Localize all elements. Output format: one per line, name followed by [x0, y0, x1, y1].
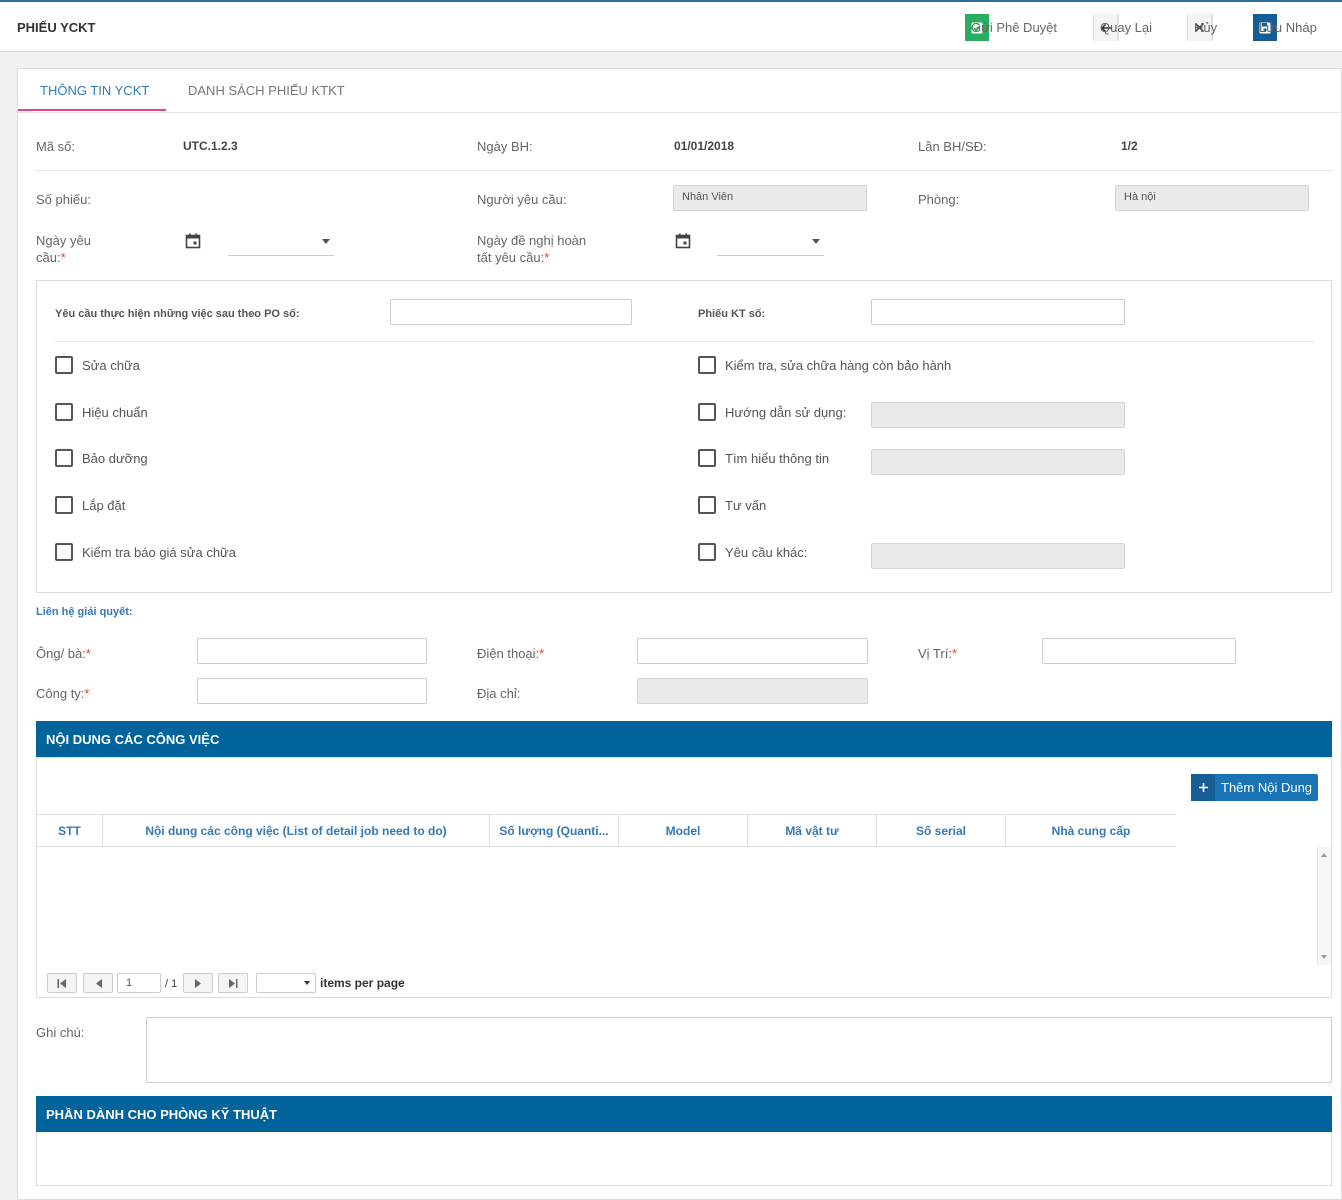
checkbox-tu-van[interactable]: Tư vấn: [698, 496, 766, 514]
back-label: Quay Lại: [1100, 20, 1153, 35]
vertical-scrollbar[interactable]: [1317, 847, 1331, 965]
column-header-stt[interactable]: STT: [37, 815, 103, 846]
dien-thoai-label: Điện thoại:*: [477, 646, 545, 661]
ngay-hoan-tat-input[interactable]: [717, 255, 824, 256]
plus-icon: [1191, 774, 1215, 801]
column-header-model[interactable]: Model: [619, 815, 748, 846]
tech-section-body: [36, 1132, 1332, 1186]
po-label: Yêu cầu thực hiện những việc sau theo PO…: [55, 308, 300, 320]
ghi-chu-textarea[interactable]: [146, 1017, 1332, 1083]
chevron-down-icon[interactable]: [322, 239, 330, 244]
add-content-button[interactable]: Thêm Nội Dung: [1191, 774, 1319, 801]
send-approval-label: Gửi Phê Duyệt: [971, 20, 1058, 35]
checkbox-yeu-cau-khac[interactable]: Yêu cầu khác:: [698, 543, 807, 561]
ngay-yeu-cau-label: Ngày yêu cầu:*: [36, 233, 91, 265]
ngay-hoan-tat-label: Ngày đề nghị hoàn tất yêu cầu:*: [477, 233, 587, 265]
first-page-button[interactable]: [47, 973, 77, 993]
checkbox-lap-dat[interactable]: Lắp đặt: [55, 496, 125, 514]
phong-label: Phòng:: [918, 192, 960, 207]
checkbox-hieu-chuan[interactable]: Hiệu chuẩn: [55, 403, 148, 421]
last-page-button[interactable]: [218, 973, 248, 993]
lan-bh-label: Lần BH/SĐ:: [918, 139, 987, 154]
dien-thoai-input[interactable]: [637, 638, 868, 664]
chevron-down-icon: [304, 981, 310, 985]
add-content-label: Thêm Nội Dung: [1221, 780, 1313, 795]
ong-ba-label: Ông/ bà:*: [36, 646, 91, 661]
active-tab-indicator: [18, 109, 166, 111]
jobs-grid: Thêm Nội Dung STT Nội dung các công việc…: [36, 757, 1332, 998]
checkbox-tim-hieu[interactable]: Tìm hiểu thông tin: [698, 449, 829, 467]
ngay-yeu-cau-input[interactable]: [228, 255, 334, 256]
jobs-section-header: NỘI DUNG CÁC CÔNG VIỆC: [36, 721, 1332, 757]
top-bar: PHIẾU YCKT Gửi Phê Duyệt Quay Lại Hủy Lư…: [0, 0, 1342, 52]
so-phieu-label: Số phiếu:: [36, 192, 91, 207]
chevron-down-icon[interactable]: [812, 239, 820, 244]
next-page-button[interactable]: [183, 973, 213, 993]
checkbox-bao-hanh[interactable]: Kiểm tra, sửa chữa hàng còn bảo hành: [698, 356, 951, 374]
checkbox-kiem-tra-bao-gia[interactable]: Kiểm tra báo giá sửa chữa: [55, 543, 236, 561]
send-approval-button[interactable]: Gửi Phê Duyệt: [965, 14, 1057, 41]
save-draft-button[interactable]: Lưu Nháp: [1253, 14, 1317, 41]
cancel-button[interactable]: Hủy: [1187, 14, 1217, 41]
phieu-kt-input[interactable]: [871, 299, 1125, 325]
pager: 1 / 1 items per page: [37, 965, 1331, 998]
huong-dan-input: [871, 402, 1125, 428]
checkbox-bao-duong[interactable]: Bảo dưỡng: [55, 449, 148, 467]
tech-section-header: PHẦN DÀNH CHO PHÒNG KỸ THUẬT: [36, 1096, 1332, 1132]
ngay-bh-value: 01/01/2018: [674, 139, 735, 153]
tim-hieu-input: [871, 449, 1125, 475]
contact-section-title: Liên hệ giải quyết:: [36, 606, 133, 618]
ngay-bh-label: Ngày BH:: [477, 139, 533, 154]
page-number-input[interactable]: 1: [117, 973, 161, 993]
column-header-nha-cung-cap[interactable]: Nhà cung cấp: [1006, 815, 1176, 846]
items-per-page-select[interactable]: [256, 973, 316, 993]
ong-ba-input[interactable]: [197, 638, 427, 664]
column-header-so-luong[interactable]: Số lượng (Quanti...: [490, 815, 619, 846]
scroll-down-icon[interactable]: [1321, 955, 1327, 959]
save-draft-label: Lưu Nháp: [1259, 20, 1317, 35]
vi-tri-label: Vị Trí:*: [918, 646, 958, 661]
page-title: PHIẾU YCKT: [17, 20, 96, 35]
ma-so-value: UTC.1.2.3: [183, 139, 238, 153]
nguoi-yeu-cau-label: Người yêu cầu:: [477, 192, 567, 207]
cancel-label: Hủy: [1194, 20, 1218, 35]
cong-ty-label: Công ty:*: [36, 686, 90, 701]
yeu-cau-khac-input: [871, 543, 1125, 569]
lan-bh-value: 1/2: [1121, 139, 1138, 153]
form-card: THÔNG TIN YCKT DANH SÁCH PHIẾU KTKT Mã s…: [17, 68, 1342, 1200]
tab-bar: THÔNG TIN YCKT DANH SÁCH PHIẾU KTKT: [18, 69, 1341, 113]
tab-thong-tin-yckt[interactable]: THÔNG TIN YCKT: [40, 83, 149, 98]
phieu-kt-label: Phiếu KT số:: [698, 308, 766, 320]
po-input[interactable]: [390, 299, 632, 325]
items-per-page-label: items per page: [320, 976, 405, 990]
cong-ty-input[interactable]: [197, 678, 427, 704]
checkbox-sua-chua[interactable]: Sửa chữa: [55, 356, 140, 374]
calendar-icon[interactable]: [675, 233, 691, 252]
dia-chi-label: Địa chỉ:: [477, 686, 521, 701]
back-button[interactable]: Quay Lại: [1093, 14, 1152, 41]
prev-page-button[interactable]: [83, 973, 113, 993]
scroll-up-icon[interactable]: [1321, 853, 1327, 857]
vi-tri-input[interactable]: [1042, 638, 1236, 664]
divider: [36, 170, 1332, 171]
page-total: / 1: [165, 978, 178, 990]
grid-header: STT Nội dung các công việc (List of deta…: [37, 814, 1176, 847]
grid-body: [37, 847, 1317, 965]
divider: [55, 341, 1314, 342]
column-header-noi-dung[interactable]: Nội dung các công việc (List of detail j…: [103, 815, 490, 846]
tab-danh-sach-phieu-ktkt[interactable]: DANH SÁCH PHIẾU KTKT: [188, 83, 345, 98]
column-header-so-serial[interactable]: Số serial: [877, 815, 1006, 846]
request-panel: Yêu cầu thực hiện những việc sau theo PO…: [36, 280, 1332, 593]
column-header-ma-vat-tu[interactable]: Mã vật tư: [748, 815, 877, 846]
ghi-chu-label: Ghi chú:: [36, 1025, 85, 1040]
phong-field: Hà nội: [1115, 185, 1309, 211]
ma-so-label: Mã số:: [36, 139, 76, 154]
nguoi-yeu-cau-field: Nhân Viên: [673, 185, 867, 211]
checkbox-huong-dan[interactable]: Hướng dẫn sử dụng:: [698, 403, 846, 421]
calendar-icon[interactable]: [185, 233, 201, 252]
dia-chi-input: [637, 678, 868, 704]
